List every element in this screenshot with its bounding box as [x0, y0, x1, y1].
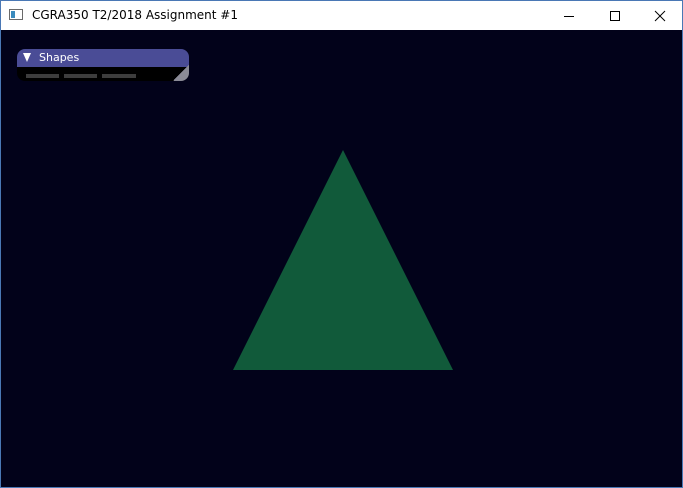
triangle-shape	[233, 150, 453, 370]
shapes-panel-header[interactable]: Shapes	[17, 49, 189, 67]
title-bar[interactable]: CGRA350 T2/2018 Assignment #1	[1, 1, 682, 30]
panel-placeholder-bar	[26, 74, 59, 78]
shapes-panel[interactable]: Shapes	[17, 49, 189, 82]
app-window-icon[interactable]	[9, 9, 23, 20]
close-button[interactable]	[637, 1, 683, 30]
resize-grip[interactable]	[173, 65, 189, 81]
minimize-icon	[564, 15, 574, 17]
panel-placeholder-bar	[102, 74, 136, 78]
maximize-button[interactable]	[592, 1, 638, 30]
maximize-icon	[610, 10, 620, 21]
window-title: CGRA350 T2/2018 Assignment #1	[32, 8, 238, 22]
render-viewport[interactable]: Shapes	[1, 30, 682, 487]
triangle-down-icon[interactable]	[23, 53, 31, 62]
close-icon	[654, 10, 666, 21]
shapes-panel-title: Shapes	[39, 51, 80, 64]
app-window: CGRA350 T2/2018 Assignment #1 Shapes	[0, 0, 683, 488]
scene-canvas	[233, 150, 453, 370]
panel-placeholder-bar	[64, 74, 97, 78]
minimize-button[interactable]	[546, 1, 592, 30]
shapes-panel-body	[17, 65, 189, 81]
